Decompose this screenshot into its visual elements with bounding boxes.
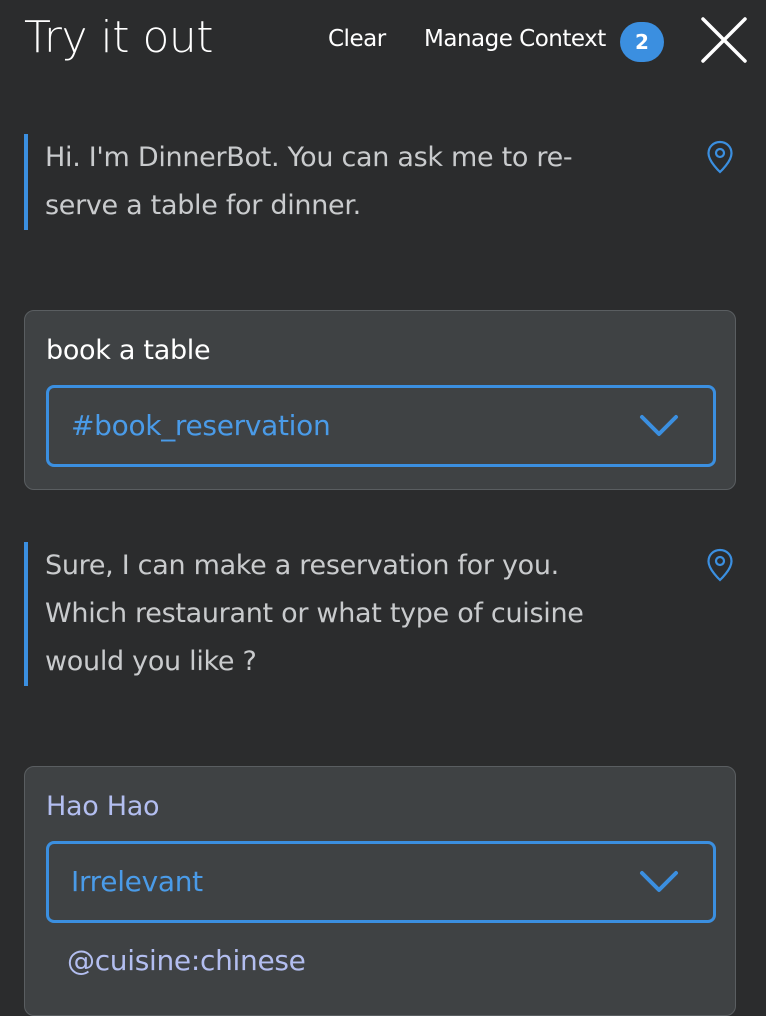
intent-value: #book_reservation (71, 409, 331, 442)
bot-message: Hi. I'm DinnerBot. You can ask me to re-… (24, 134, 665, 230)
user-message-text: Hao Hao (46, 791, 160, 822)
user-message-card: Hao Hao Irrelevant @cuisine:chinese (24, 766, 736, 1016)
intent-select[interactable]: Irrelevant (46, 841, 716, 923)
chevron-down-icon (640, 415, 678, 436)
intent-value: Irrelevant (71, 865, 203, 898)
location-pin-icon[interactable] (706, 140, 734, 174)
bot-message-line: Which restaurant or what type of cuisine (45, 598, 584, 629)
user-message-text: book a table (46, 335, 211, 366)
context-count-badge[interactable]: 2 (620, 22, 664, 62)
entity-tag[interactable]: @cuisine:chinese (67, 941, 306, 981)
location-pin-icon[interactable] (706, 548, 734, 582)
bot-message: Sure, I can make a reservation for you. … (24, 542, 665, 686)
bot-message-line: would you like ? (45, 646, 257, 677)
bot-message-line: Hi. I'm DinnerBot. You can ask me to re- (45, 142, 573, 173)
close-icon[interactable] (700, 16, 748, 64)
manage-context-button[interactable]: Manage Context (424, 22, 606, 56)
user-message-card: book a table #book_reservation (24, 310, 736, 490)
chevron-down-icon (640, 871, 678, 892)
clear-button[interactable]: Clear (328, 22, 386, 56)
panel-title: Try it out (24, 12, 214, 63)
bot-message-line: Sure, I can make a reservation for you. (45, 550, 559, 581)
bot-message-line: serve a table for dinner. (45, 190, 361, 221)
intent-select[interactable]: #book_reservation (46, 385, 716, 467)
panel-header: Try it out Clear Manage Context 2 (0, 0, 766, 80)
